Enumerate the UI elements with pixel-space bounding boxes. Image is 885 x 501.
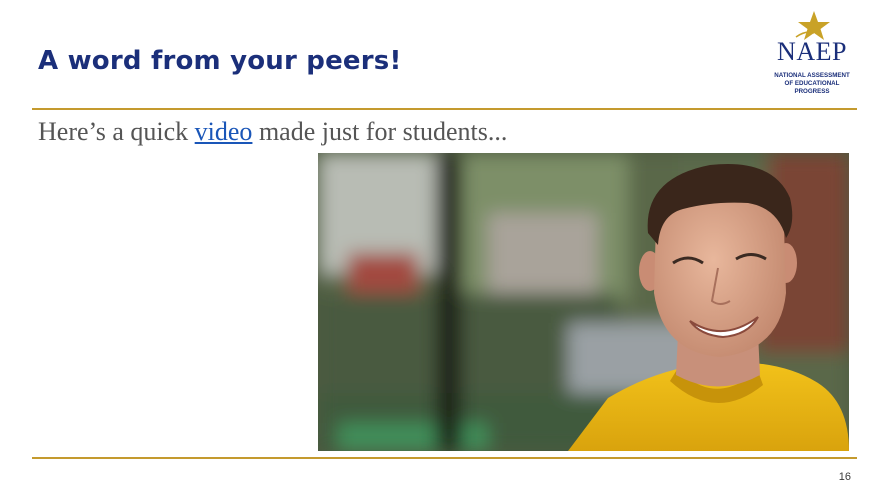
slide-subtitle: Here’s a quick video made just for stude… [38,117,507,147]
logo-line-3: PROGRESS [794,88,830,95]
logo-wordmark: NAEP [777,37,847,66]
bottom-divider [32,457,857,459]
video-link[interactable]: video [195,117,253,146]
logo-line-1: NATIONAL ASSESSMENT [774,72,850,79]
subtitle-prefix: Here’s a quick [38,117,195,146]
video-thumbnail[interactable] [318,153,849,451]
naep-logo: NAEP NATIONAL ASSESSMENT OF EDUCATIONAL … [770,10,854,105]
page-number: 16 [838,471,851,483]
subtitle-suffix: made just for students... [252,117,508,146]
slide-title: A word from your peers! [38,46,402,76]
logo-line-2: OF EDUCATIONAL [784,80,840,87]
top-divider [32,108,857,110]
